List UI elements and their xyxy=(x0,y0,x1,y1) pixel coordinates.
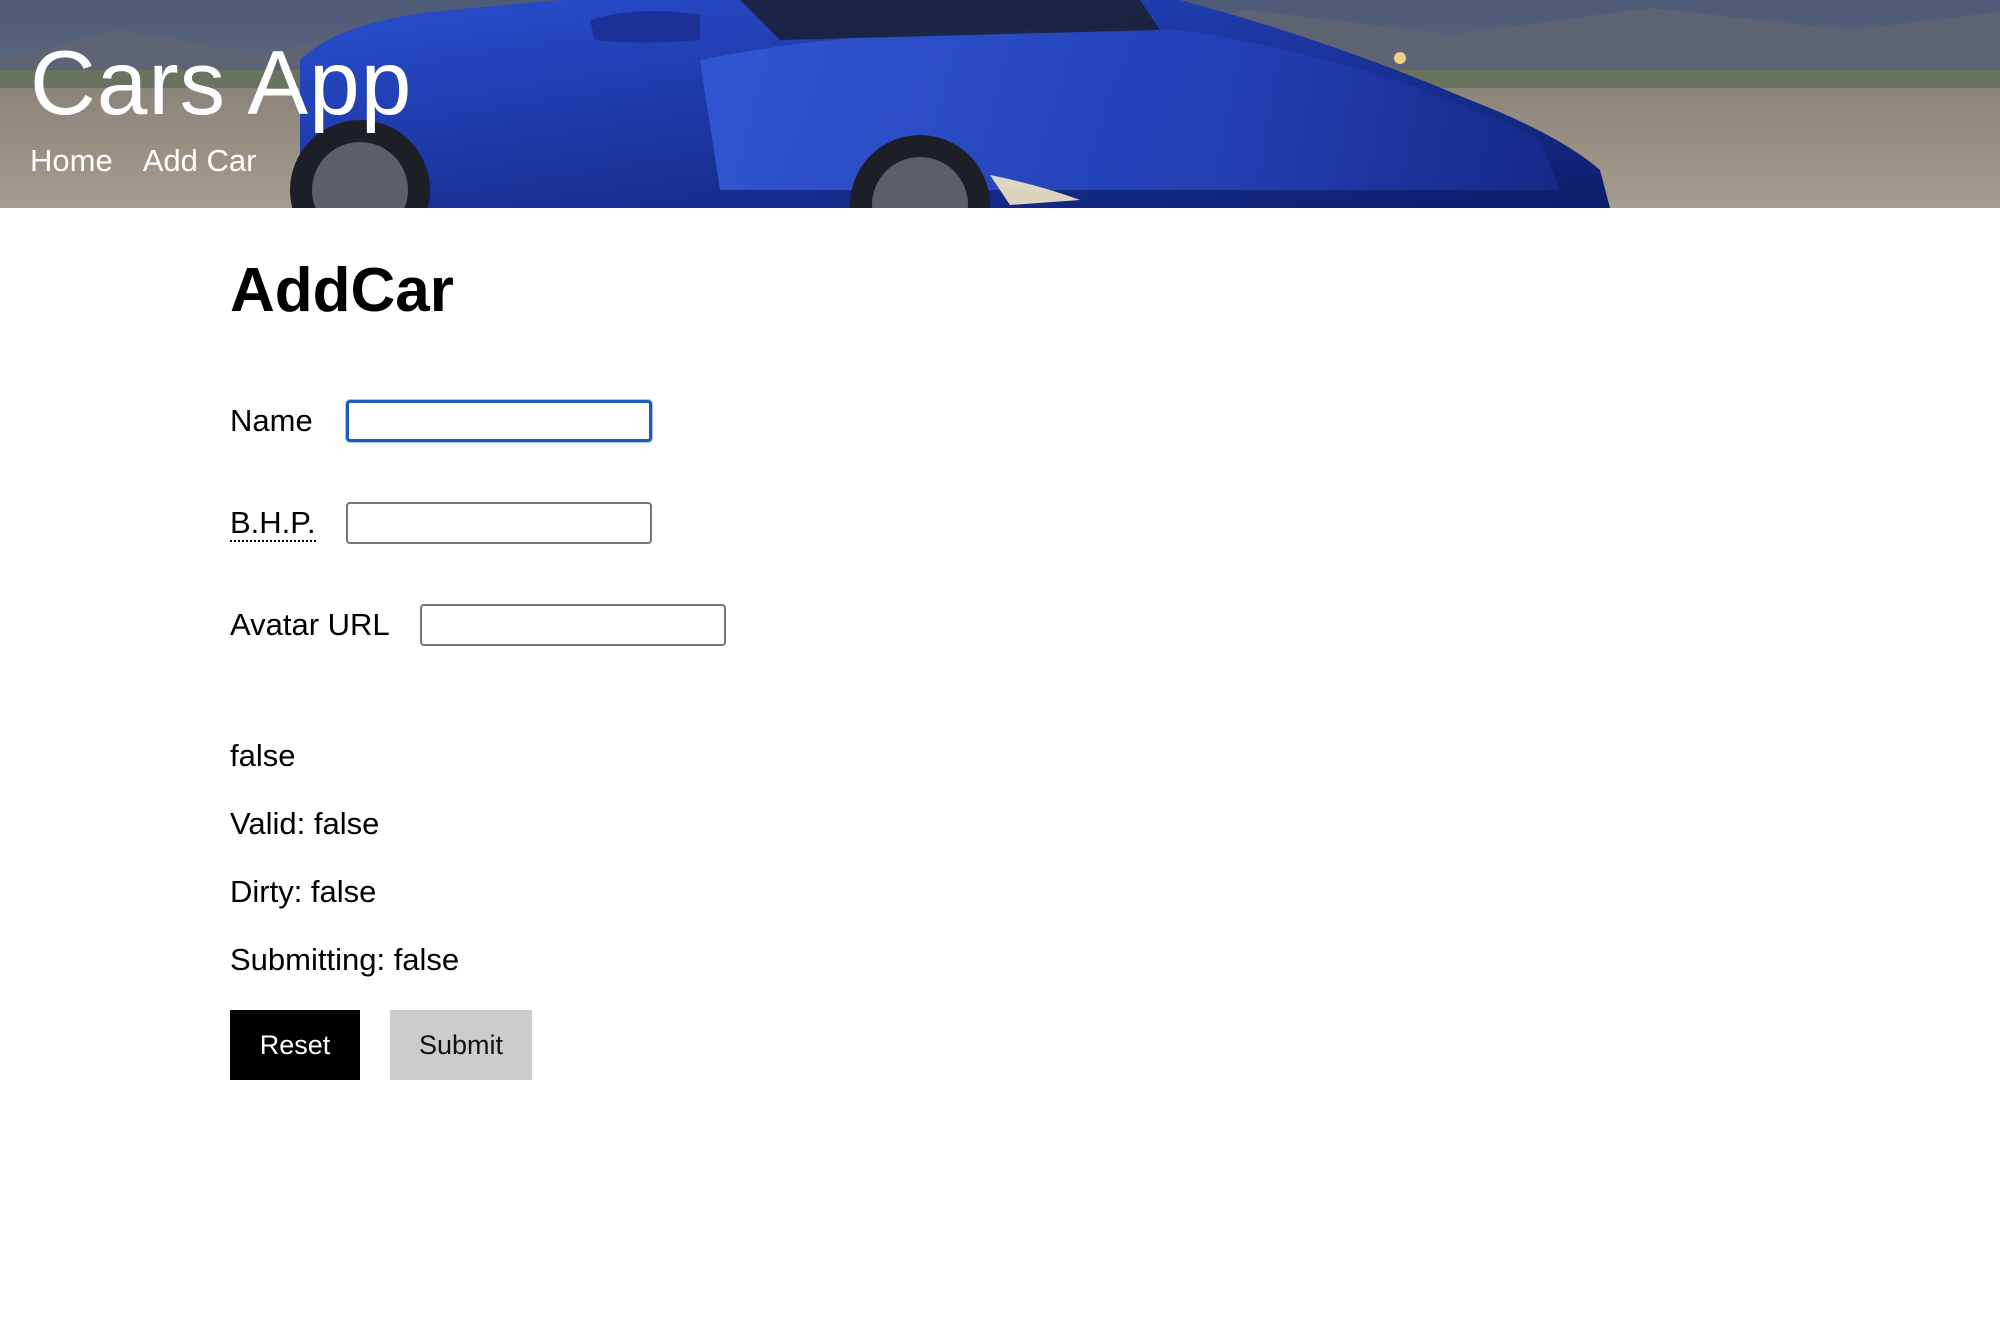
reset-button[interactable]: Reset xyxy=(230,1010,360,1080)
bhp-label: B.H.P. xyxy=(230,503,346,543)
bhp-field-row: B.H.P. xyxy=(230,502,652,544)
nav-link-home[interactable]: Home xyxy=(30,143,113,179)
submit-button[interactable]: Submit xyxy=(390,1010,532,1080)
submitting-status: Submitting: false xyxy=(230,942,460,977)
form-state-flag: false xyxy=(230,738,296,773)
valid-status: Valid: false xyxy=(230,806,380,841)
main-nav: Home Add Car xyxy=(30,143,256,179)
bhp-input[interactable] xyxy=(346,502,652,544)
name-field-row: Name xyxy=(230,400,652,442)
avatar-url-field-row: Avatar URL xyxy=(230,604,726,646)
dirty-status: Dirty: false xyxy=(230,874,377,909)
name-label: Name xyxy=(230,403,313,438)
bhp-abbreviation: B.H.P. xyxy=(230,505,316,542)
app-brand-title: Cars App xyxy=(30,33,413,134)
avatar-url-label: Avatar URL xyxy=(230,607,390,642)
avatar-url-input[interactable] xyxy=(420,604,726,646)
hero-banner: Cars App Home Add Car xyxy=(0,0,2000,208)
name-input[interactable] xyxy=(346,400,652,442)
page-title: AddCar xyxy=(230,256,454,325)
nav-link-add-car[interactable]: Add Car xyxy=(143,143,257,179)
